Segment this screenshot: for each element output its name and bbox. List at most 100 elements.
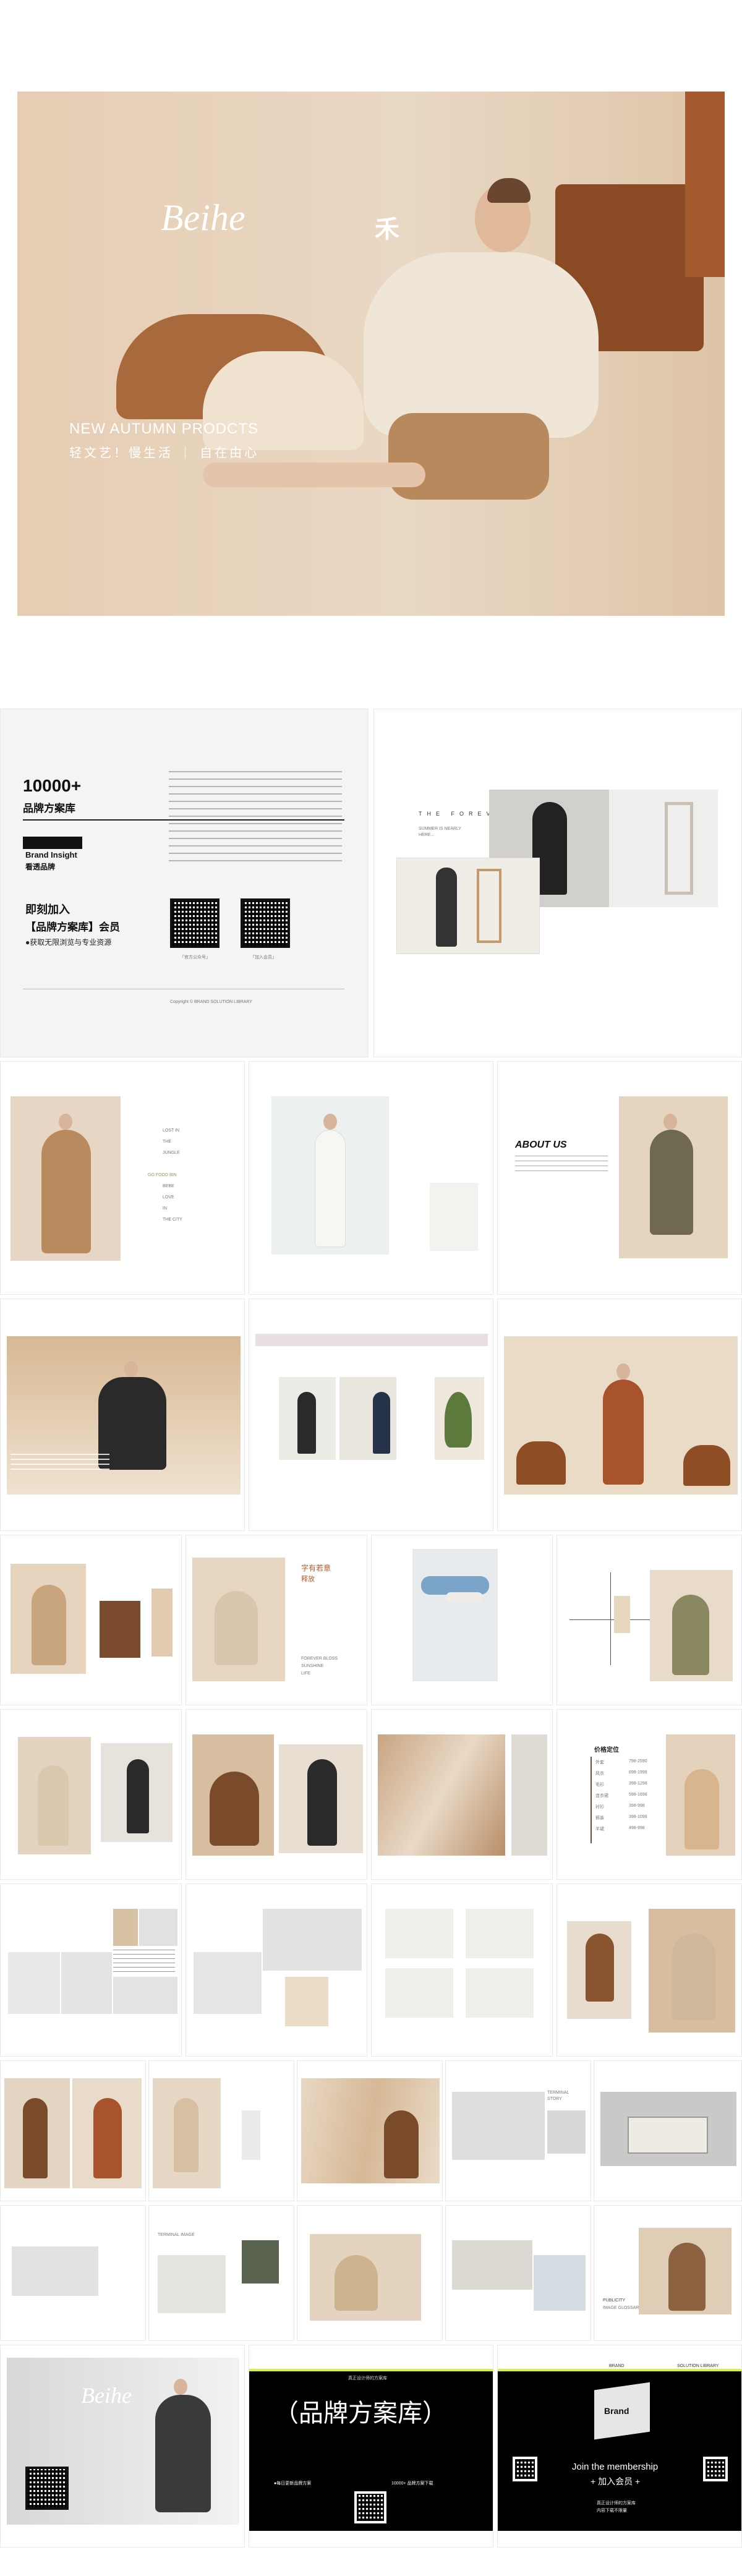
price-item-4: 衬衫 — [595, 1805, 604, 1809]
photo-shop-b — [242, 2240, 279, 2284]
copyright: Copyright © BRAND SOLUTION LIBRARY — [170, 1000, 253, 1004]
top-label: 真正设计师的方案库 — [348, 2376, 387, 2381]
page-price: 价格定位 外套 风衣 毛衫 连衣裙 衬衫 裤装 半裙 798-2590 698-… — [556, 1709, 742, 1880]
figure-layer-a — [38, 1765, 69, 1846]
photo-shop-a — [158, 2255, 226, 2313]
header-strip — [255, 1334, 488, 1346]
figure-head — [59, 1114, 72, 1130]
page-blur — [371, 1709, 553, 1880]
photo-white-frame — [609, 790, 718, 907]
photo-vest-back — [430, 1183, 478, 1251]
page-sweater — [556, 1883, 742, 2057]
join-title: 即刻加入 — [25, 903, 70, 916]
qr-code-ending[interactable] — [25, 2467, 69, 2510]
price-value-1: 698-1998 — [629, 1770, 647, 1775]
price-item-2: 毛衫 — [595, 1783, 604, 1787]
page-beige-look — [0, 1535, 182, 1705]
qr-code-join-right[interactable] — [703, 2457, 728, 2481]
poem-line-1: SUNSHINE — [301, 1664, 324, 1668]
join-foot2: 内容下载不限量 — [597, 2509, 627, 2513]
cover-page: Beihe 禾 NEW AUTUMN PRODCTS 轻文艺！慢生活 ｜ 自在由… — [0, 0, 742, 705]
figure-price-model — [684, 1769, 719, 1849]
photo-lying-model — [412, 1549, 498, 1681]
terminal-label-1: TERMINAL — [547, 2091, 569, 2095]
publicity-sub: IMAGE GLOSSARY — [603, 2306, 642, 2310]
figure-brown-jacket — [210, 1772, 259, 1846]
page-bottle — [148, 2060, 294, 2201]
price-value-6: 498-998 — [629, 1826, 645, 1830]
page-camel-coat: LOST IN THE JUNGLE GO FOOD BIN BEBE LOVE… — [0, 1061, 245, 1295]
library-name: 品牌方案库 — [23, 803, 75, 814]
join-cn[interactable]: + 加入会员 + — [591, 2475, 640, 2488]
figure-publicity — [668, 2243, 706, 2311]
figure-olive-parka — [650, 1130, 693, 1235]
ending-logo: Beihe — [81, 2383, 132, 2408]
figure-brown-a — [23, 2098, 48, 2178]
photo-rack-f — [263, 1909, 362, 1971]
ladder-prop — [477, 869, 501, 943]
page-rust-coat — [497, 1299, 742, 1531]
photo-drape — [301, 2078, 440, 2183]
page-store-collage — [445, 2205, 591, 2341]
photo-lobby — [12, 2246, 98, 2296]
cover-photo: Beihe 禾 NEW AUTUMN PRODCTS 轻文艺！慢生活 ｜ 自在由… — [17, 92, 725, 616]
page-drape — [297, 2060, 443, 2201]
brand-line2: 看透品牌 — [25, 863, 56, 871]
intro-body-text — [169, 771, 342, 864]
photo-rack-c — [139, 1909, 177, 1946]
figure-rust-coat — [603, 1380, 644, 1485]
about-body — [515, 1156, 608, 1174]
page-store-racks-2 — [186, 1883, 367, 2057]
figure-beige-look — [32, 1585, 66, 1665]
page-store-racks-3 — [371, 1883, 553, 2057]
figure-brown-b — [93, 2098, 122, 2178]
lost-word-6: IN — [163, 1206, 167, 1211]
figure-head-2 — [323, 1114, 337, 1130]
page-brown-outfit — [0, 2060, 146, 2201]
photo-rack-h — [466, 1909, 534, 1958]
photo-model-hat — [396, 858, 540, 954]
page-publicity: PUBLICITY IMAGE GLOSSARY — [594, 2205, 742, 2341]
page-storefront — [594, 2060, 742, 2201]
price-value-3: 598-1698 — [629, 1793, 647, 1797]
figure-sweater-b — [672, 1934, 715, 2020]
photo-store-small — [547, 2110, 586, 2154]
photo-rack-i — [385, 1968, 453, 2018]
figure-ending — [155, 2395, 211, 2512]
photo-blur — [378, 1734, 505, 1856]
qr-code-join[interactable] — [241, 898, 290, 948]
cover-logo: Beihe — [161, 197, 245, 238]
cover-headline: NEW AUTUMN PRODCTS — [69, 420, 258, 437]
publicity-label: PUBLICITY — [603, 2298, 626, 2303]
figure-sitting — [215, 1591, 258, 1665]
qr-code-official[interactable] — [170, 898, 220, 948]
intro-page: 10000+ 品牌方案库 Brand Insight 看透品牌 即刻加入 【品牌… — [0, 709, 369, 1057]
frame-prop — [665, 802, 693, 895]
photo-rack-d — [113, 1977, 177, 2014]
model-jacket — [364, 252, 599, 438]
brand-logo-box — [23, 837, 82, 849]
big-title: （品牌方案库） — [274, 2400, 447, 2427]
lost-word-3: GO FOOD BIN — [148, 1173, 177, 1177]
figure-layer-b — [127, 1759, 149, 1833]
photo-side — [511, 1734, 547, 1856]
join-en[interactable]: Join the membership — [572, 2462, 658, 2472]
page-terminal-image: TERMINAL IMAGE — [148, 2205, 294, 2341]
lost-word-2: JUNGLE — [163, 1151, 180, 1155]
qr-code-library[interactable] — [354, 2491, 386, 2523]
about-title: ABOUT US — [515, 1140, 567, 1150]
qr-code-join-left[interactable] — [513, 2457, 537, 2481]
poem-sub: 释放 — [301, 1576, 315, 1583]
page-store-lobby — [0, 2205, 146, 2341]
model-hat-figure — [436, 868, 457, 947]
poem-line-0: FOREVER BLOSS — [301, 1657, 338, 1661]
brand-small: BRAND — [609, 2364, 625, 2368]
price-item-6: 半裙 — [595, 1827, 604, 1832]
price-title: 价格定位 — [594, 1747, 619, 1754]
lost-word-5: LOVE — [163, 1195, 174, 1200]
axis-horizontal — [569, 1619, 656, 1620]
model-hair — [487, 178, 531, 203]
page-store-racks-1 — [0, 1883, 182, 2057]
poem-line-2: LIFE — [301, 1671, 310, 1676]
cover-subline: 轻文艺！慢生活 ｜ 自在由心 — [69, 446, 260, 460]
